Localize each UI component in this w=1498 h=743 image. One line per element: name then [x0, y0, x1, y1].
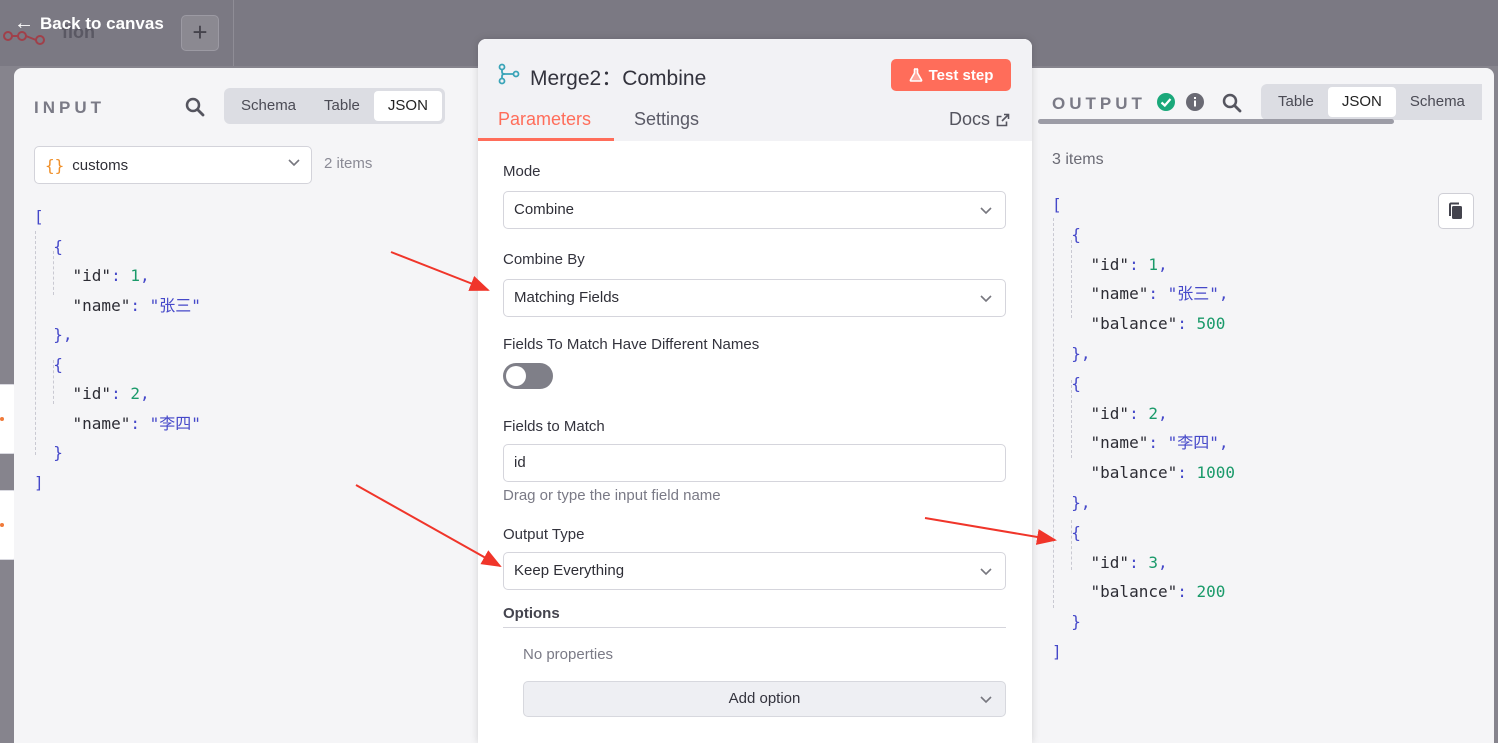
chevron-down-icon: [980, 295, 992, 303]
json-value: 3: [1148, 552, 1158, 572]
output-tab-schema[interactable]: Schema: [1396, 87, 1479, 117]
external-link-icon: [996, 113, 1010, 126]
tab-settings[interactable]: Settings: [634, 109, 699, 130]
output-items-count: 3 items: [1052, 151, 1104, 168]
docs-link[interactable]: Docs: [949, 109, 1010, 130]
input-node-name: customs: [72, 156, 129, 174]
toggle-knob: [506, 366, 526, 386]
json-value: 500: [1196, 314, 1226, 334]
input-view-toggle: Schema Table JSON: [224, 88, 445, 124]
output-type-select[interactable]: Keep Everything: [503, 552, 1006, 590]
back-to-canvas-button[interactable]: ← Back to canvas: [14, 12, 164, 35]
output-tab-table[interactable]: Table: [1264, 87, 1328, 117]
tab-parameters[interactable]: Parameters: [498, 109, 591, 130]
chevron-down-icon: [980, 207, 992, 215]
no-properties-text: No properties: [523, 646, 614, 663]
json-value: 1: [130, 266, 140, 285]
input-node-select[interactable]: {} customs: [34, 146, 312, 184]
search-icon[interactable]: [1222, 93, 1242, 113]
chevron-down-icon: [980, 696, 992, 704]
options-label: Options: [503, 605, 560, 622]
input-panel: INPUT Schema Table JSON {} customs 2 ite…: [14, 68, 480, 743]
input-items-count: 2 items: [324, 155, 373, 172]
chevron-down-icon: [980, 568, 992, 576]
combine-by-select[interactable]: Matching Fields: [503, 279, 1006, 317]
output-json-view: [ { "id": 1, "name": "张三", "balance": 50…: [1052, 195, 1236, 661]
fields-to-match-hint: Drag or type the input field name: [503, 487, 721, 504]
plus-icon: +: [192, 17, 208, 47]
node-settings-modal: Merge2：Combine Test step Parameters Sett…: [478, 39, 1032, 743]
json-value: 2: [1148, 403, 1158, 423]
json-value: "李四": [149, 413, 201, 433]
horizontal-scrollbar[interactable]: [1038, 119, 1394, 124]
test-step-button[interactable]: Test step: [891, 59, 1011, 91]
mode-label: Mode: [503, 163, 541, 180]
add-node-button[interactable]: +: [181, 15, 219, 51]
mode-value: Combine: [514, 201, 575, 218]
node-title: Merge2：Combine: [530, 67, 707, 90]
mode-select[interactable]: Combine: [503, 191, 1006, 229]
copy-button[interactable]: [1438, 193, 1474, 229]
output-panel: OUTPUT Table JSON Schema 3 items [ { "id…: [1032, 68, 1494, 743]
fields-to-match-value: id: [514, 454, 526, 471]
combine-by-value: Matching Fields: [514, 289, 620, 306]
fields-to-match-input[interactable]: id: [503, 444, 1006, 482]
json-value: 1000: [1196, 463, 1236, 483]
json-value: 2: [130, 384, 140, 403]
search-icon[interactable]: [185, 97, 205, 117]
output-type-label: Output Type: [503, 526, 585, 543]
json-value: "张三": [1167, 284, 1219, 304]
json-value: 1: [1148, 254, 1158, 274]
json-value: 200: [1196, 582, 1226, 602]
add-option-button[interactable]: Add option: [523, 681, 1006, 717]
output-title: OUTPUT: [1052, 94, 1146, 113]
merge-node-icon: [498, 63, 520, 85]
info-icon[interactable]: [1186, 93, 1204, 111]
docs-label: Docs: [949, 109, 991, 129]
output-view-toggle: Table JSON Schema: [1261, 84, 1482, 120]
options-divider: [503, 627, 1006, 628]
add-option-label: Add option: [728, 690, 801, 707]
handle-dot: [0, 417, 4, 421]
input-tab-schema[interactable]: Schema: [227, 91, 310, 121]
json-value: "张三": [149, 295, 201, 315]
input-tab-json[interactable]: JSON: [373, 91, 442, 121]
modal-header: Merge2：Combine Test step Parameters Sett…: [478, 39, 1032, 141]
success-check-icon: [1157, 93, 1175, 111]
different-names-label: Fields To Match Have Different Names: [503, 336, 760, 353]
active-tab-indicator: [478, 138, 614, 141]
json-value: "李四": [1167, 433, 1219, 453]
back-to-canvas-label: Back to canvas: [40, 13, 164, 33]
fields-to-match-label: Fields to Match: [503, 418, 605, 435]
output-tab-json[interactable]: JSON: [1327, 87, 1396, 117]
handle-dot: [0, 523, 4, 527]
input-json-view: [ { "id": 1, "name": "张三" }, { "id": 2, …: [34, 207, 201, 492]
chevron-down-icon: [288, 159, 300, 167]
input-title: INPUT: [34, 98, 105, 117]
combine-by-label: Combine By: [503, 251, 585, 268]
different-names-toggle[interactable]: [503, 363, 553, 389]
output-type-value: Keep Everything: [514, 562, 625, 579]
json-braces-icon: {}: [45, 155, 65, 175]
input-tab-table[interactable]: Table: [310, 91, 374, 121]
arrow-left-icon: ←: [14, 12, 34, 34]
copy-icon: [1449, 202, 1462, 219]
header-divider: [233, 0, 234, 66]
test-step-label: Test step: [928, 66, 994, 84]
flask-icon: [909, 68, 923, 82]
